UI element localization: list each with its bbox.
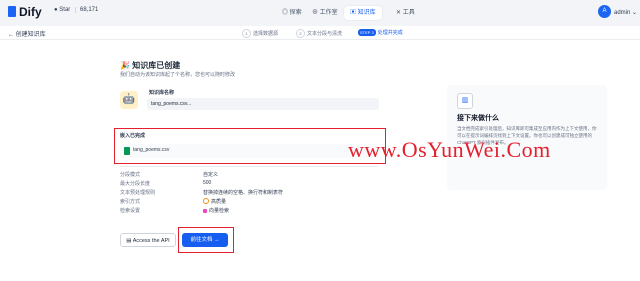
setting-key: 分段模式	[120, 172, 141, 178]
step-3: STEP 3 处理并完成	[358, 29, 403, 36]
go-doc-label: 前往文档	[190, 237, 213, 243]
go-to-document-button[interactable]: 前往文档 →	[182, 233, 228, 247]
top-navigation-bar: Dify ● Star 68,171 ◎ 探索 ⊕ 工作室 ▣ 知识库 ✕ 工具…	[0, 0, 640, 26]
compass-icon: ◎	[282, 10, 290, 16]
nav-studio[interactable]: ⊕ 工作室	[306, 6, 344, 20]
step-2: 2 文本分段与清洗	[296, 29, 342, 38]
step-label: 文本分段与清洗	[307, 31, 343, 37]
panel-title: 接下来做什么	[457, 115, 499, 122]
page-title: 🎉 知识库已创建	[120, 60, 180, 71]
setting-value: 向量检索	[203, 207, 229, 214]
back-arrow-icon: ←	[8, 32, 16, 38]
dataset-name-input[interactable]: tang_poems.csv...	[147, 98, 379, 110]
setting-key: 检索设置	[120, 208, 141, 214]
user-name: admin	[614, 10, 631, 16]
knowledge-icon: ▣	[350, 10, 358, 16]
setting-value-text: 向量检索	[209, 208, 230, 214]
star-count: 68,171	[74, 7, 99, 13]
step-number: 2	[296, 29, 305, 38]
user-menu[interactable]: admin ⌄	[614, 9, 637, 16]
nav-label: 工具	[402, 10, 415, 16]
dify-logo-icon	[8, 6, 16, 17]
nav-tools[interactable]: ✕ 工具	[390, 6, 421, 20]
file-item: tang_poems.csv	[120, 144, 378, 158]
step-bar: ← 创建知识库 1 选择数据源 2 文本分段与清洗 STEP 3 处理并完成	[0, 26, 640, 40]
access-api-label: Access the API	[132, 238, 170, 244]
setting-value: 500	[203, 180, 212, 186]
csv-file-icon	[124, 147, 130, 155]
nav-label: 探索	[289, 10, 302, 16]
tool-icon: ✕	[396, 10, 403, 16]
dataset-name-label: 知识库名称	[149, 90, 175, 96]
nav-explore[interactable]: ◎ 探索	[276, 6, 308, 20]
step-label: 处理并完成	[377, 30, 403, 36]
github-star-button[interactable]: ● Star 68,171	[54, 7, 99, 13]
chevron-down-icon: ⌄	[632, 10, 638, 16]
back-label: 创建知识库	[15, 32, 46, 38]
divider	[120, 166, 378, 167]
embedding-status-label: 嵌入已完成	[120, 133, 146, 139]
page-title-text: 知识库已创建	[132, 61, 181, 70]
high-quality-icon	[203, 198, 209, 204]
party-icon: 🎉	[120, 61, 130, 70]
avatar[interactable]: A	[598, 5, 611, 18]
book-icon: ▥	[457, 93, 473, 109]
nav-label: 知识库	[357, 10, 376, 16]
back-button[interactable]: ← 创建知识库	[8, 29, 46, 38]
setting-key: 文本预处理规则	[120, 190, 156, 196]
star-label: Star	[59, 7, 71, 13]
watermark-text: www.OsYunWei.Com	[348, 137, 551, 162]
github-icon: ●	[54, 7, 58, 13]
nav-label: 工作室	[319, 10, 338, 16]
page-subtitle: 我们自动为该知识库起了个名称，您也可以随时修改	[120, 72, 236, 78]
dify-logo[interactable]: Dify	[8, 5, 42, 19]
vector-search-icon	[203, 209, 207, 213]
setting-key: 索引方式	[120, 199, 141, 205]
arrow-right-icon: →	[214, 237, 220, 243]
setting-key: 最大分段长度	[120, 181, 151, 187]
access-api-button[interactable]: ▤ Access the API	[120, 233, 176, 247]
step-1: 1 选择数据源	[242, 29, 278, 38]
dataset-icon: 🤖	[120, 91, 138, 109]
step-number: 1	[242, 29, 251, 38]
file-name: tang_poems.csv	[133, 147, 170, 153]
nav-knowledge[interactable]: ▣ 知识库	[344, 6, 382, 20]
setting-value: 自定义	[203, 172, 219, 178]
setting-value: 替换掉连续的空格、换行符和制表符	[203, 190, 284, 196]
step-number: STEP 3	[358, 29, 376, 36]
setting-value: 高质量	[203, 198, 226, 205]
setting-value-text: 高质量	[211, 199, 227, 205]
studio-icon: ⊕	[312, 10, 320, 16]
brand-name: Dify	[19, 5, 42, 19]
step-label: 选择数据源	[253, 31, 279, 37]
